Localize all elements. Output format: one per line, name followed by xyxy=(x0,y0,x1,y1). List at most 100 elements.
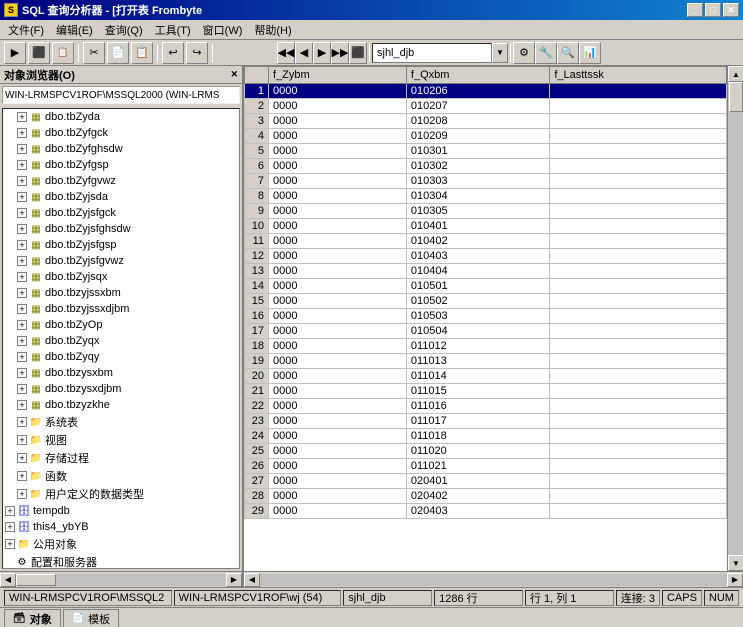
expand-icon[interactable]: + xyxy=(17,304,27,314)
cell[interactable] xyxy=(550,234,727,249)
tree-hscrollbar[interactable]: ◀ ▶ xyxy=(0,571,242,587)
cell[interactable]: 0000 xyxy=(269,444,407,459)
cell[interactable]: 010304 xyxy=(406,189,549,204)
expand-icon[interactable]: + xyxy=(17,336,27,346)
expand-icon[interactable]: + xyxy=(17,453,27,463)
menu-help[interactable]: 帮助(H) xyxy=(248,20,297,40)
tree-item-tbZyda[interactable]: + ▦ dbo.tbZyda xyxy=(3,109,239,125)
tree-item-this4[interactable]: + 🗄 this4_ybYB xyxy=(3,519,239,535)
toolbar-last-btn[interactable]: ▶▶ xyxy=(331,42,349,64)
cell[interactable]: 0000 xyxy=(269,369,407,384)
tree-item-tbZyjsda[interactable]: + ▦ dbo.tbZyjsda xyxy=(3,189,239,205)
cell[interactable]: 010502 xyxy=(406,294,549,309)
tree-item-tbZyqy[interactable]: + ▦ dbo.tbZyqy xyxy=(3,349,239,365)
cell[interactable] xyxy=(550,84,727,99)
cell[interactable]: 011014 xyxy=(406,369,549,384)
table-dropdown[interactable]: sjhl_djb xyxy=(372,43,492,63)
scroll-up-btn[interactable]: ▲ xyxy=(728,66,743,82)
cell[interactable] xyxy=(550,459,727,474)
cell[interactable]: 0000 xyxy=(269,399,407,414)
table-row[interactable]: 230000011017 xyxy=(245,414,727,429)
expand-icon[interactable]: + xyxy=(17,144,27,154)
table-row[interactable]: 60000010302 xyxy=(245,159,727,174)
hscroll-left[interactable]: ◀ xyxy=(244,573,260,587)
cell[interactable] xyxy=(550,354,727,369)
cell[interactable] xyxy=(550,174,727,189)
table-row[interactable]: 110000010402 xyxy=(245,234,727,249)
table-row[interactable]: 100000010401 xyxy=(245,219,727,234)
tree-item-tbZyfgvwz[interactable]: + ▦ dbo.tbZyfgvwz xyxy=(3,173,239,189)
toolbar-btn-5[interactable]: 📄 xyxy=(107,42,129,64)
tree-item-tbZyOp[interactable]: + ▦ dbo.tbZyOp xyxy=(3,317,239,333)
maximize-button[interactable]: □ xyxy=(705,3,721,17)
cell[interactable]: 0000 xyxy=(269,234,407,249)
cell[interactable]: 010402 xyxy=(406,234,549,249)
tree-item-views[interactable]: + 📁 视图 xyxy=(3,431,239,449)
toolbar-btn-1[interactable]: ▶ xyxy=(4,42,26,64)
cell[interactable] xyxy=(550,489,727,504)
cell[interactable]: 010501 xyxy=(406,279,549,294)
tree-item-publicobj[interactable]: + 📁 公用对象 xyxy=(3,535,239,553)
cell[interactable]: 020403 xyxy=(406,504,549,519)
cell[interactable] xyxy=(550,384,727,399)
expand-icon[interactable]: + xyxy=(17,160,27,170)
tree-item-configserver[interactable]: ⚙ 配置和服务器 xyxy=(3,553,239,569)
cell[interactable]: 010207 xyxy=(406,99,549,114)
toolbar-first-btn[interactable]: ◀◀ xyxy=(277,42,295,64)
table-row[interactable]: 130000010404 xyxy=(245,264,727,279)
cell[interactable]: 010305 xyxy=(406,204,549,219)
cell[interactable]: 010208 xyxy=(406,114,549,129)
expand-icon[interactable]: + xyxy=(17,489,27,499)
cell[interactable]: 011017 xyxy=(406,414,549,429)
expand-icon[interactable]: + xyxy=(17,471,27,481)
toolbar-stop-btn[interactable]: ⬛ xyxy=(349,42,367,64)
tree-item-tbzyzkhe[interactable]: + ▦ dbo.tbzyzkhe xyxy=(3,397,239,413)
title-bar-buttons[interactable]: _ □ ✕ xyxy=(687,3,739,17)
expand-icon[interactable]: + xyxy=(17,176,27,186)
expand-icon[interactable]: + xyxy=(17,224,27,234)
table-row[interactable]: 150000010502 xyxy=(245,294,727,309)
tree-item-systables[interactable]: + 📁 系统表 xyxy=(3,413,239,431)
cell[interactable]: 0000 xyxy=(269,249,407,264)
cell[interactable] xyxy=(550,279,727,294)
toolbar-next-btn[interactable]: ▶ xyxy=(313,42,331,64)
cell[interactable]: 010209 xyxy=(406,129,549,144)
cell[interactable]: 0000 xyxy=(269,309,407,324)
expand-icon[interactable]: + xyxy=(17,288,27,298)
toolbar-btn-2[interactable]: ⬛ xyxy=(28,42,50,64)
cell[interactable]: 0000 xyxy=(269,129,407,144)
expand-icon[interactable]: + xyxy=(17,192,27,202)
toolbar-btn-props[interactable]: ⚙ xyxy=(513,42,535,64)
cell[interactable] xyxy=(550,504,727,519)
cell[interactable]: 0000 xyxy=(269,489,407,504)
cell[interactable] xyxy=(550,249,727,264)
table-row[interactable]: 260000011021 xyxy=(245,459,727,474)
cell[interactable]: 0000 xyxy=(269,114,407,129)
expand-icon[interactable]: + xyxy=(17,435,27,445)
scroll-thumb-v[interactable] xyxy=(729,82,743,112)
cell[interactable] xyxy=(550,294,727,309)
table-row[interactable]: 70000010303 xyxy=(245,174,727,189)
tab-objects[interactable]: 🗃 对象 xyxy=(4,609,61,627)
tree-item-tempdb[interactable]: + 🗄 tempdb xyxy=(3,503,239,519)
tree-item-sprocs[interactable]: + 📁 存储过程 xyxy=(3,449,239,467)
table-row[interactable]: 270000020401 xyxy=(245,474,727,489)
table-row[interactable]: 80000010304 xyxy=(245,189,727,204)
toolbar-btn-4[interactable]: ✂ xyxy=(83,42,105,64)
cell[interactable]: 010401 xyxy=(406,219,549,234)
cell[interactable]: 0000 xyxy=(269,84,407,99)
toolbar-btn-8[interactable]: ↪ xyxy=(186,42,208,64)
table-row[interactable]: 120000010403 xyxy=(245,249,727,264)
right-scrollbar[interactable]: ▲ ▼ xyxy=(727,66,743,571)
cell[interactable] xyxy=(550,114,727,129)
cell[interactable]: 0000 xyxy=(269,144,407,159)
tree-item-tbZyfghsdw[interactable]: + ▦ dbo.tbZyfghsdw xyxy=(3,141,239,157)
scroll-thumb[interactable] xyxy=(16,574,56,586)
minimize-button[interactable]: _ xyxy=(687,3,703,17)
table-row[interactable]: 280000020402 xyxy=(245,489,727,504)
menu-edit[interactable]: 编辑(E) xyxy=(50,20,99,40)
tree-item-tbZyjsfgsp[interactable]: + ▦ dbo.tbZyjsfgsp xyxy=(3,237,239,253)
tree-item-tbZyjsqx[interactable]: + ▦ dbo.tbZyjsqx xyxy=(3,269,239,285)
cell[interactable]: 011021 xyxy=(406,459,549,474)
cell[interactable]: 010503 xyxy=(406,309,549,324)
